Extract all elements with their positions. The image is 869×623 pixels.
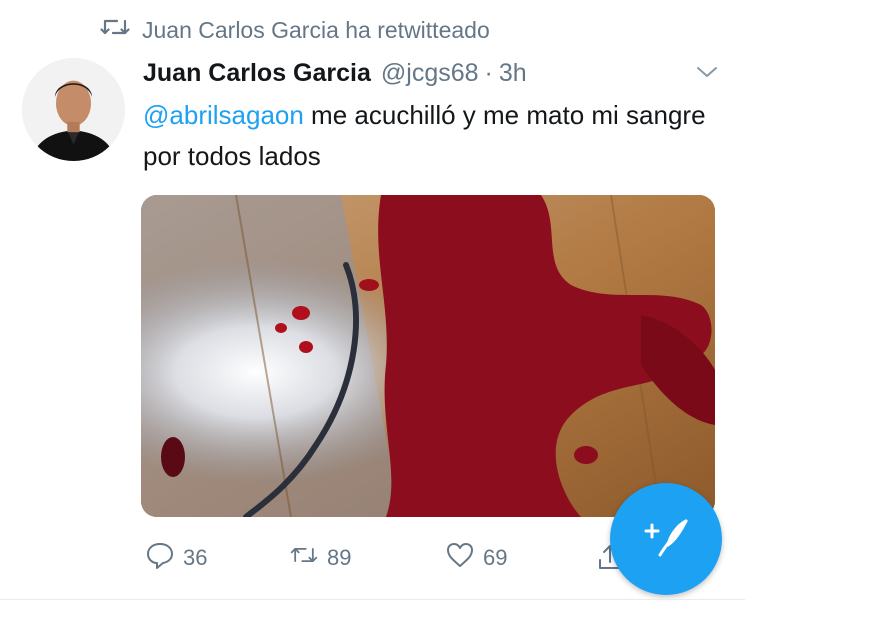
retweet-icon [289, 540, 319, 576]
reply-icon [145, 540, 175, 576]
tweet-header: Juan Carlos Garcia @jcgs68 · 3h [143, 56, 527, 90]
like-button[interactable]: 69 [445, 540, 507, 576]
retweet-icon [100, 15, 130, 45]
retweet-banner[interactable]: Juan Carlos Garcia ha retwitteado [100, 14, 490, 46]
separator-dot: · [484, 58, 493, 87]
retweet-button[interactable]: 89 [289, 540, 351, 576]
reply-button[interactable]: 36 [145, 540, 207, 576]
reply-count: 36 [183, 545, 208, 570]
mention-link[interactable]: @abrilsagaon [143, 100, 304, 130]
author-handle[interactable]: @jcgs68 [381, 59, 479, 88]
retweet-banner-text: Juan Carlos Garcia ha retwitteado [142, 16, 490, 43]
author-name[interactable]: Juan Carlos Garcia [143, 59, 371, 88]
tweet-time[interactable]: 3h [499, 59, 527, 88]
divider [0, 599, 745, 600]
like-count: 69 [483, 545, 508, 570]
tweet-media-image[interactable] [141, 195, 715, 517]
heart-icon [445, 540, 475, 576]
chevron-down-icon[interactable] [694, 62, 720, 82]
avatar[interactable] [22, 58, 125, 161]
compose-tweet-icon [638, 509, 694, 570]
compose-tweet-button[interactable] [610, 483, 722, 595]
tweet-text: @abrilsagaon me acuchilló y me mato mi s… [143, 95, 743, 177]
retweet-count: 89 [327, 545, 352, 570]
